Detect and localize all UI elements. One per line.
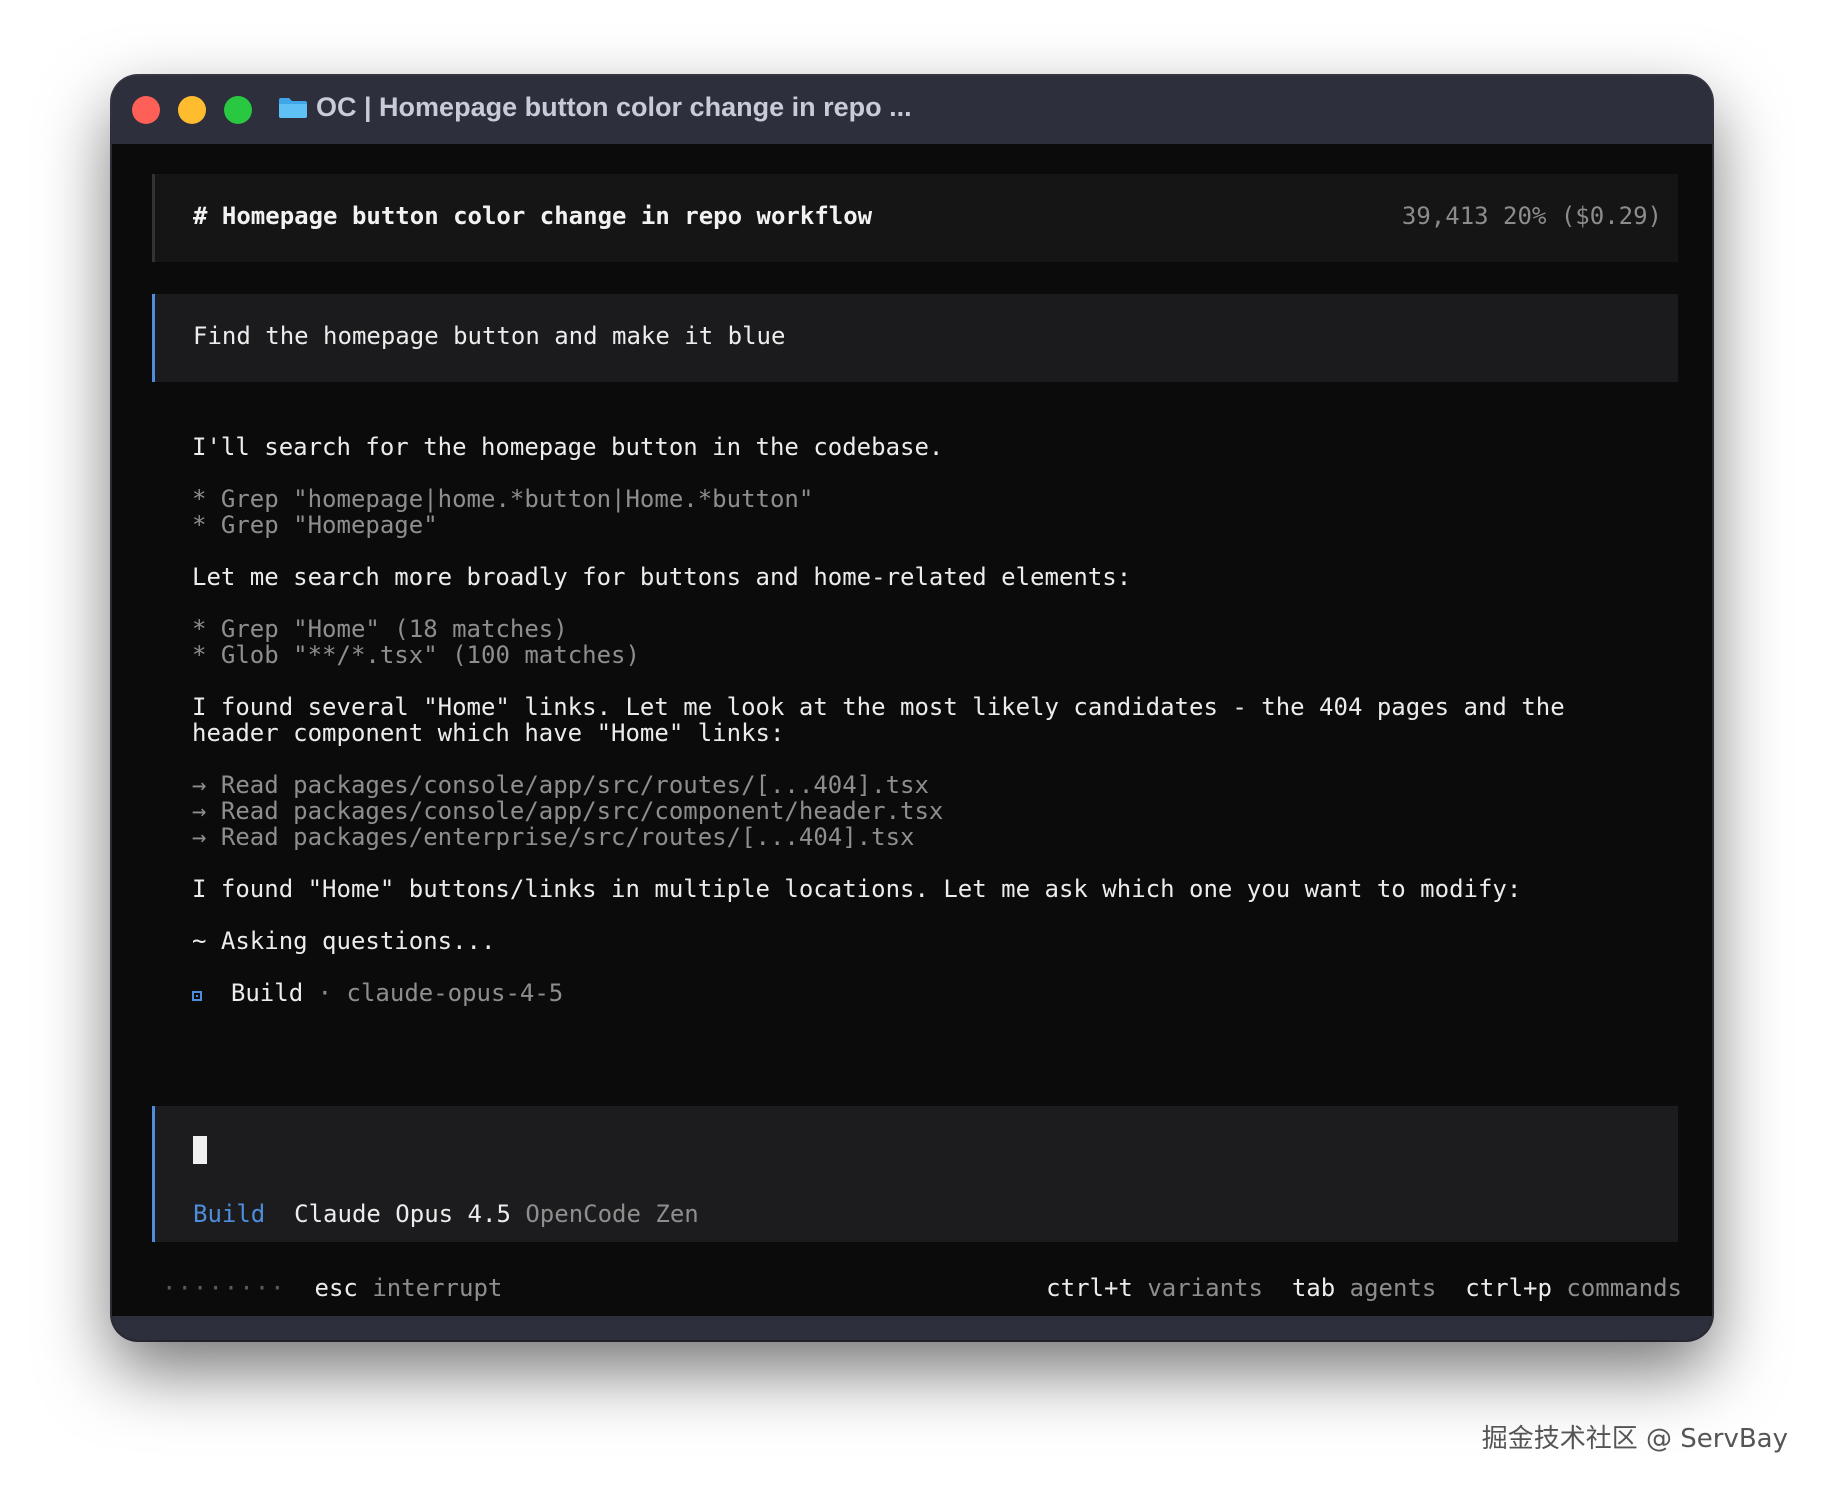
arrow-icon: → — [192, 797, 207, 825]
minimize-button[interactable] — [178, 96, 206, 124]
arrow-icon: → — [192, 823, 207, 851]
build-square-icon — [192, 991, 202, 1001]
session-stats: 39,413 20% ($0.29) — [1402, 202, 1662, 230]
session-title: # Homepage button color change in repo w… — [193, 202, 873, 230]
agent-mode[interactable]: Build — [193, 1200, 265, 1228]
esc-label: interrupt — [372, 1274, 503, 1302]
variants-key: ctrl+t — [1046, 1274, 1133, 1302]
session-header: # Homepage button color change in repo w… — [152, 174, 1678, 262]
window-bottom-border — [112, 1316, 1712, 1340]
tool-mark: * — [192, 641, 207, 669]
tool-call-read: → Read packages/enterprise/src/routes/[.… — [192, 823, 915, 851]
assistant-message: I'll search for the homepage button in t… — [192, 433, 944, 461]
build-label: Build — [230, 979, 304, 1007]
user-prompt: Find the homepage button and make it blu… — [152, 294, 1678, 382]
terminal-window: OC | Homepage button color change in rep… — [112, 76, 1712, 1340]
token-count: 39,413 — [1401, 202, 1489, 230]
commands-key: ctrl+p — [1465, 1274, 1552, 1302]
model-name[interactable]: Claude Opus 4.5 — [294, 1200, 511, 1228]
build-info: Build · claude-opus-4-5 — [192, 978, 563, 1008]
build-model: claude-opus-4-5 — [346, 979, 564, 1007]
prompt-input[interactable]: Build Claude Opus 4.5 OpenCode Zen — [152, 1106, 1678, 1242]
title-bar[interactable]: OC | Homepage button color change in rep… — [112, 76, 1712, 144]
provider-name: OpenCode Zen — [525, 1200, 699, 1228]
assistant-message: I found "Home" buttons/links in multiple… — [192, 875, 1522, 903]
zoom-button[interactable] — [224, 96, 252, 124]
tool-mark: * — [192, 485, 207, 513]
tool-call-glob: * Glob "**/*.tsx" (100 matches) — [192, 641, 640, 669]
assistant-message: header component which have "Home" links… — [192, 719, 785, 747]
spinner-dots: ········ — [162, 1274, 286, 1302]
usage-cost: 20% ($0.29) — [1503, 202, 1662, 230]
window-title: OC | Homepage button color change in rep… — [316, 92, 912, 122]
text-cursor — [193, 1136, 207, 1164]
agents-key: tab — [1291, 1274, 1336, 1302]
status-bar: ········ esc interrupt ctrl+t variants t… — [162, 1274, 1682, 1304]
agents-label: agents — [1349, 1274, 1437, 1302]
user-prompt-text: Find the homepage button and make it blu… — [193, 322, 786, 350]
close-button[interactable] — [132, 96, 160, 124]
assistant-message: Let me search more broadly for buttons a… — [192, 563, 1132, 591]
esc-key: esc — [314, 1274, 358, 1302]
variants-label: variants — [1147, 1274, 1263, 1302]
watermark: 掘金技术社区 @ ServBay — [1481, 1424, 1788, 1454]
commands-label: commands — [1566, 1274, 1682, 1302]
folder-icon — [279, 98, 307, 118]
separator: · — [317, 979, 333, 1007]
input-meta: Build Claude Opus 4.5 OpenCode Zen — [193, 1200, 699, 1228]
asking-questions-status: ~ Asking questions... — [192, 927, 496, 955]
terminal-content[interactable]: # Homepage button color change in repo w… — [112, 144, 1712, 1316]
arrow-icon: → — [192, 771, 207, 799]
tool-call-grep: * Grep "Homepage" — [192, 511, 438, 539]
tool-mark: * — [192, 511, 207, 539]
tool-mark: * — [192, 615, 207, 643]
